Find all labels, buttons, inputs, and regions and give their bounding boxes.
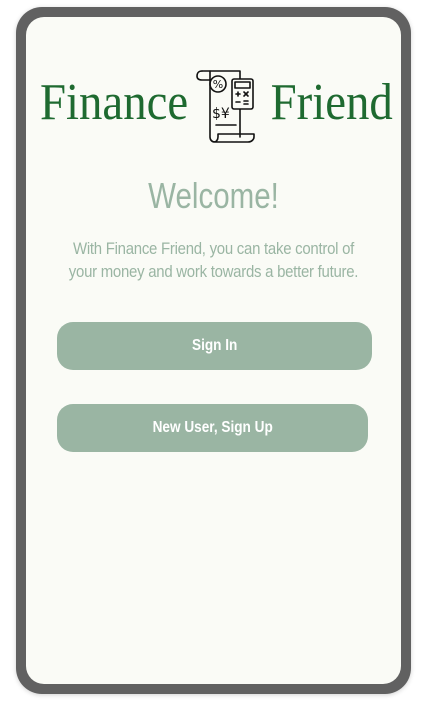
sign-in-button[interactable]: Sign In: [57, 322, 372, 370]
logo-word-right: Friend: [270, 74, 393, 131]
app-screen: Finance % $¥ Friend Welcome! With Financ…: [26, 17, 401, 684]
finance-document-calculator-icon: % $¥: [196, 67, 258, 143]
sign-in-button-label: Sign In: [191, 337, 238, 354]
svg-text:%: %: [213, 78, 223, 91]
device-frame: Finance % $¥ Friend Welcome! With Financ…: [16, 7, 411, 694]
sign-up-button[interactable]: New User, Sign Up: [57, 404, 368, 452]
app-logo: Finance % $¥ Friend: [26, 67, 401, 147]
svg-text:$¥: $¥: [212, 106, 230, 122]
logo-word-left: Finance: [40, 74, 189, 131]
sign-up-button-label: New User, Sign Up: [152, 419, 273, 436]
welcome-heading: Welcome!: [148, 175, 279, 216]
welcome-tagline: With Finance Friend, you can take contro…: [68, 239, 359, 281]
